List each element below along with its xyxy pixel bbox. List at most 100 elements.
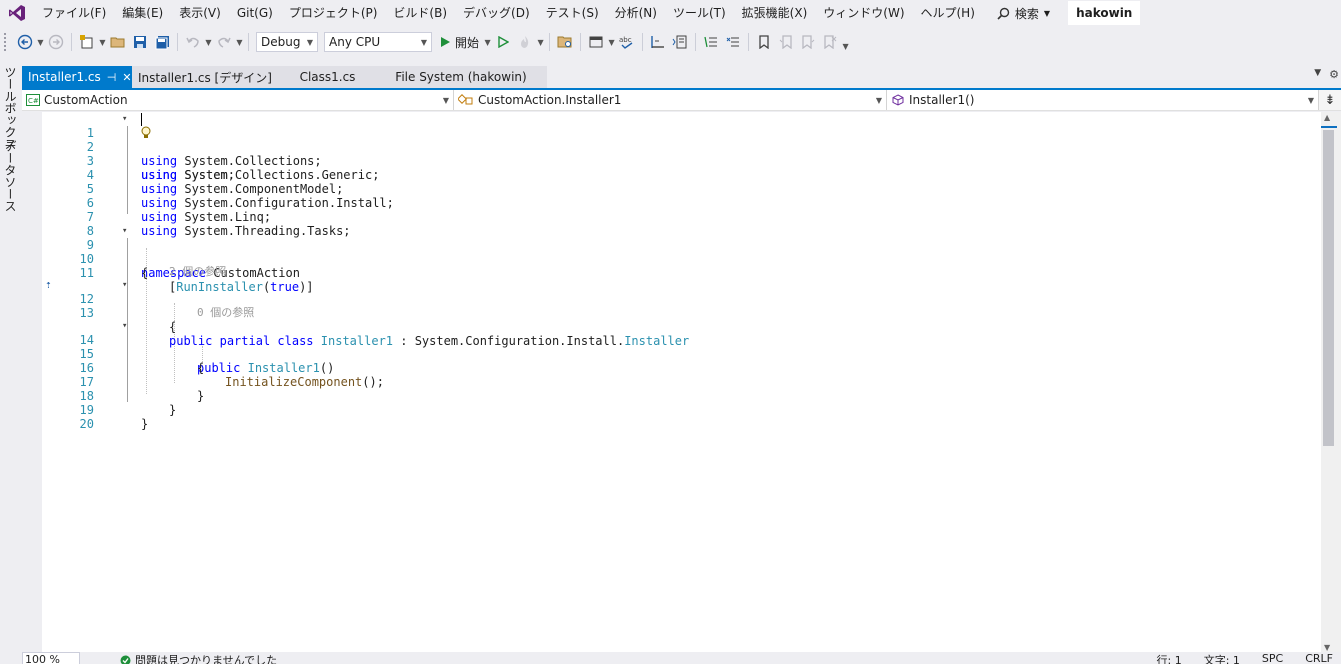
- pin-icon[interactable]: ⊣: [107, 71, 117, 84]
- toolbar-grip[interactable]: [4, 33, 8, 51]
- split-window-button[interactable]: ⇟: [1319, 90, 1341, 110]
- collapse-icon[interactable]: ▾: [122, 112, 127, 126]
- code-line: 11 [RunInstaller(true)]: [42, 252, 1321, 294]
- menu-window[interactable]: ウィンドウ(W): [815, 2, 912, 24]
- code-line: 12 ⇡ ▾ public partial class Installer1 :…: [42, 278, 1321, 348]
- tab-list-dropdown-icon[interactable]: ▼: [1314, 68, 1321, 81]
- chevron-down-icon[interactable]: ▼: [204, 31, 213, 53]
- line-ending-indicator[interactable]: CRLF: [1305, 652, 1333, 664]
- code-line: 19 }: [42, 389, 1321, 431]
- vertical-scrollbar[interactable]: ▲ ▼: [1321, 112, 1341, 652]
- start-without-debugging-button[interactable]: [492, 31, 514, 53]
- spell-check-button[interactable]: abc: [616, 31, 638, 53]
- search-button[interactable]: 検索 ▼: [989, 5, 1058, 22]
- chevron-down-icon[interactable]: ▼: [841, 35, 850, 57]
- comment-lines-button[interactable]: [700, 31, 722, 53]
- split-icon: ⇟: [1324, 92, 1336, 108]
- codelens-references[interactable]: 0 個の参照: [197, 306, 254, 319]
- collapse-icon[interactable]: ▾: [122, 278, 127, 292]
- chevron-down-icon[interactable]: ▼: [98, 31, 107, 53]
- step-into-button[interactable]: [647, 31, 669, 53]
- navigation-bar: C# CustomAction ▼ CustomAction.Installer…: [22, 90, 1341, 111]
- code-editor[interactable]: 1 ▾ using System; 2 using System.Collect…: [42, 112, 1321, 652]
- menu-analyze[interactable]: 分析(N): [607, 2, 665, 24]
- navigate-forward-button[interactable]: [45, 31, 67, 53]
- undo-button[interactable]: [182, 31, 204, 53]
- tab-class1-cs[interactable]: Class1.cs: [280, 66, 375, 88]
- visual-studio-logo[interactable]: [0, 0, 34, 26]
- forward-arrow-icon: [48, 34, 64, 50]
- browse-folder-button[interactable]: [554, 31, 576, 53]
- code-line: 3 using System.Collections.Generic;: [42, 140, 1321, 182]
- menu-project[interactable]: プロジェクト(P): [281, 2, 386, 24]
- scroll-up-icon[interactable]: ▲: [1324, 113, 1330, 122]
- start-debugging-button[interactable]: 開始: [435, 34, 483, 51]
- chevron-down-icon[interactable]: ▼: [235, 31, 244, 53]
- save-all-button[interactable]: [151, 31, 173, 53]
- chevron-down-icon[interactable]: ▼: [483, 31, 492, 53]
- project-dropdown[interactable]: C# CustomAction ▼: [22, 90, 454, 110]
- line-indicator[interactable]: 行: 1: [1157, 652, 1182, 664]
- solution-name[interactable]: hakowin: [1068, 1, 1141, 25]
- tab-label: Installer1.cs: [28, 70, 101, 84]
- menu-build[interactable]: ビルド(B): [385, 2, 455, 24]
- format-document-button[interactable]: [669, 31, 691, 53]
- chevron-down-icon[interactable]: ▼: [36, 31, 45, 53]
- collapse-icon[interactable]: ▾: [122, 224, 127, 238]
- chevron-down-icon[interactable]: ▼: [536, 31, 545, 53]
- solution-platform-select[interactable]: Any CPU ▼: [324, 32, 432, 52]
- next-bookmark-button[interactable]: [797, 31, 819, 53]
- left-margin: [22, 112, 42, 652]
- open-file-button[interactable]: [107, 31, 129, 53]
- save-button[interactable]: [129, 31, 151, 53]
- menu-file[interactable]: ファイル(F): [34, 2, 114, 24]
- redo-button[interactable]: [213, 31, 235, 53]
- member-name: Installer1(): [909, 93, 975, 107]
- member-dropdown[interactable]: Installer1() ▼: [887, 90, 1319, 110]
- tab-installer1-cs[interactable]: Installer1.cs ⊣ ✕: [22, 66, 132, 88]
- toolbar-separator: [71, 33, 72, 51]
- toolbox-tab[interactable]: ツールボックス: [2, 66, 19, 150]
- menu-debug[interactable]: デバッグ(D): [455, 2, 538, 24]
- tab-installer1-designer[interactable]: Installer1.cs [デザイン]: [132, 66, 280, 88]
- menu-extensions[interactable]: 拡張機能(X): [734, 2, 816, 24]
- gear-icon[interactable]: ⚙: [1329, 68, 1339, 81]
- menu-view[interactable]: 表示(V): [171, 2, 229, 24]
- menu-git[interactable]: Git(G): [229, 2, 281, 24]
- zoom-select[interactable]: 100 %: [22, 652, 80, 664]
- code-text: }: [141, 417, 149, 431]
- hot-reload-button[interactable]: [514, 31, 536, 53]
- chevron-down-icon[interactable]: ▼: [607, 31, 616, 53]
- menu-help[interactable]: ヘルプ(H): [913, 2, 983, 24]
- code-line: 1 ▾ using System;: [42, 112, 1321, 182]
- open-folder-icon: [110, 37, 125, 48]
- navigate-back-button[interactable]: [14, 31, 36, 53]
- menu-test[interactable]: テスト(S): [538, 2, 607, 24]
- menu-tools[interactable]: ツール(T): [665, 2, 734, 24]
- new-project-button[interactable]: [76, 31, 98, 53]
- platform-value: Any CPU: [329, 35, 381, 49]
- data-sources-tab[interactable]: データソース: [2, 140, 19, 212]
- close-icon[interactable]: ✕: [122, 71, 131, 84]
- issues-indicator[interactable]: 問題は見つかりませんでした: [120, 652, 277, 664]
- previous-bookmark-button[interactable]: [775, 31, 797, 53]
- codelens-references[interactable]: 2 個の参照: [169, 265, 226, 278]
- toggle-bookmark-button[interactable]: [753, 31, 775, 53]
- go-to-base-icon[interactable]: ⇡: [45, 278, 52, 292]
- scroll-down-icon[interactable]: ▼: [1324, 643, 1330, 652]
- tab-file-system[interactable]: File System (hakowin): [375, 66, 547, 88]
- clear-bookmarks-button[interactable]: [819, 31, 841, 53]
- scrollbar-thumb[interactable]: [1323, 130, 1334, 446]
- menu-edit[interactable]: 編集(E): [114, 2, 171, 24]
- chevron-down-icon: ▼: [1043, 8, 1051, 18]
- left-tool-strip: ツールボックス データソース: [0, 62, 22, 664]
- whitespace-indicator[interactable]: SPC: [1262, 652, 1283, 664]
- code-line: 9 ▾ namespace CustomAction: [42, 224, 1321, 280]
- type-dropdown[interactable]: CustomAction.Installer1 ▼: [454, 90, 887, 110]
- collapse-icon[interactable]: ▾: [122, 319, 127, 333]
- solution-configuration-select[interactable]: Debug ▼: [256, 32, 318, 52]
- uncomment-lines-button[interactable]: [722, 31, 744, 53]
- layout-button[interactable]: [585, 31, 607, 53]
- bookmark-clear-icon: [824, 35, 837, 49]
- char-indicator[interactable]: 文字: 1: [1204, 652, 1240, 664]
